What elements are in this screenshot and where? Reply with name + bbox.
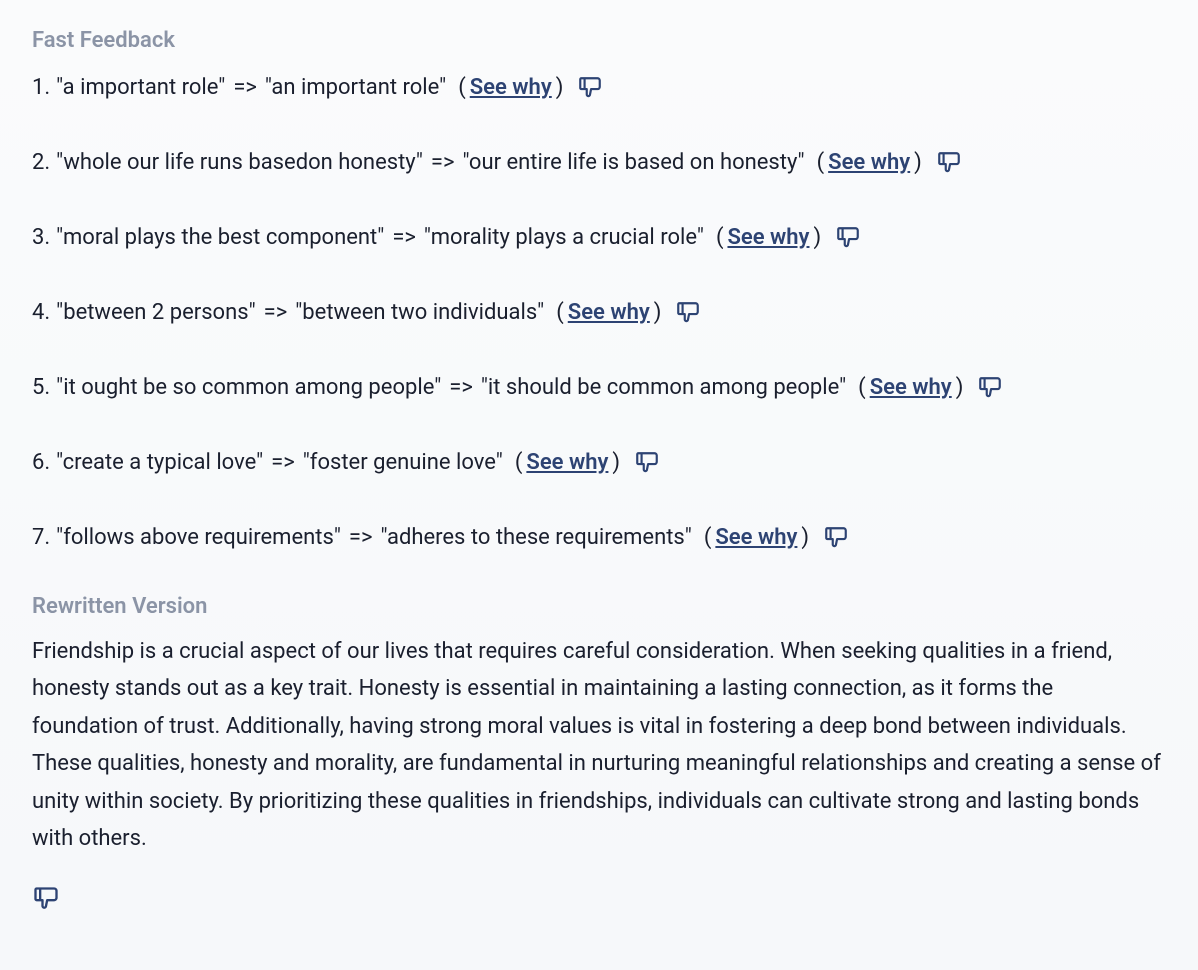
corrected-text: "an important role"	[265, 71, 446, 104]
arrow: =>	[264, 296, 288, 329]
item-number: 4.	[32, 296, 50, 329]
feedback-item: 5. "it ought be so common among people" …	[32, 371, 1166, 404]
see-why-link[interactable]: See why	[828, 146, 910, 179]
see-why-link[interactable]: See why	[526, 446, 608, 479]
paren-close: )	[612, 446, 620, 479]
paren-open: (	[704, 521, 712, 554]
item-number: 3.	[32, 221, 50, 254]
original-text: "create a typical love"	[56, 446, 263, 479]
item-number: 1.	[32, 71, 50, 104]
corrected-text: "morality plays a crucial role"	[424, 221, 704, 254]
item-number: 7.	[32, 521, 50, 554]
paren-open: (	[817, 146, 825, 179]
see-why-link[interactable]: See why	[568, 296, 650, 329]
item-number: 2.	[32, 146, 50, 179]
feedback-item: 6. "create a typical love" => "foster ge…	[32, 446, 1166, 479]
feedback-item: 3. "moral plays the best component" => "…	[32, 221, 1166, 254]
corrected-text: "foster genuine love"	[303, 446, 503, 479]
paren-open: (	[556, 296, 564, 329]
feedback-item: 4. "between 2 persons" => "between two i…	[32, 296, 1166, 329]
original-text: "follows above requirements"	[56, 521, 341, 554]
paren-open: (	[515, 446, 523, 479]
rewritten-heading: Rewritten Version	[32, 594, 1166, 619]
corrected-text: "between two individuals"	[295, 296, 544, 329]
thumbs-down-icon[interactable]	[977, 375, 1003, 401]
arrow: =>	[392, 221, 416, 254]
see-why-link[interactable]: See why	[715, 521, 797, 554]
original-text: "moral plays the best component"	[56, 221, 384, 254]
item-number: 5.	[32, 371, 50, 404]
original-text: "whole our life runs basedon honesty"	[56, 146, 423, 179]
feedback-item: 2. "whole our life runs basedon honesty"…	[32, 146, 1166, 179]
thumbs-down-icon[interactable]	[577, 75, 603, 101]
feedback-list: 1. "a important role" => "an important r…	[32, 71, 1166, 554]
feedback-item: 7. "follows above requirements" => "adhe…	[32, 521, 1166, 554]
arrow: =>	[431, 146, 455, 179]
paren-open: (	[858, 371, 866, 404]
original-text: "it ought be so common among people"	[56, 371, 441, 404]
paren-close: )	[814, 221, 822, 254]
paren-close: )	[956, 371, 964, 404]
thumbs-down-icon[interactable]	[32, 885, 60, 913]
arrow: =>	[449, 371, 473, 404]
paren-close: )	[801, 521, 809, 554]
corrected-text: "our entire life is based on honesty"	[463, 146, 805, 179]
paren-open: (	[716, 221, 724, 254]
rewritten-text: Friendship is a crucial aspect of our li…	[32, 633, 1162, 857]
paren-close: )	[556, 71, 564, 104]
original-text: "a important role"	[56, 71, 225, 104]
arrow: =>	[271, 446, 295, 479]
thumbs-down-icon[interactable]	[675, 300, 701, 326]
thumbs-down-icon[interactable]	[634, 450, 660, 476]
thumbs-down-icon[interactable]	[936, 150, 962, 176]
arrow: =>	[349, 521, 373, 554]
item-number: 6.	[32, 446, 50, 479]
paren-open: (	[458, 71, 466, 104]
paren-close: )	[654, 296, 662, 329]
corrected-text: "adheres to these requirements"	[380, 521, 691, 554]
arrow: =>	[233, 71, 257, 104]
feedback-item: 1. "a important role" => "an important r…	[32, 71, 1166, 104]
fast-feedback-heading: Fast Feedback	[32, 28, 1166, 53]
see-why-link[interactable]: See why	[470, 71, 552, 104]
corrected-text: "it should be common among people"	[481, 371, 846, 404]
paren-close: )	[914, 146, 922, 179]
see-why-link[interactable]: See why	[870, 371, 952, 404]
thumbs-down-icon[interactable]	[823, 525, 849, 551]
original-text: "between 2 persons"	[56, 296, 255, 329]
see-why-link[interactable]: See why	[727, 221, 809, 254]
thumbs-down-icon[interactable]	[835, 225, 861, 251]
